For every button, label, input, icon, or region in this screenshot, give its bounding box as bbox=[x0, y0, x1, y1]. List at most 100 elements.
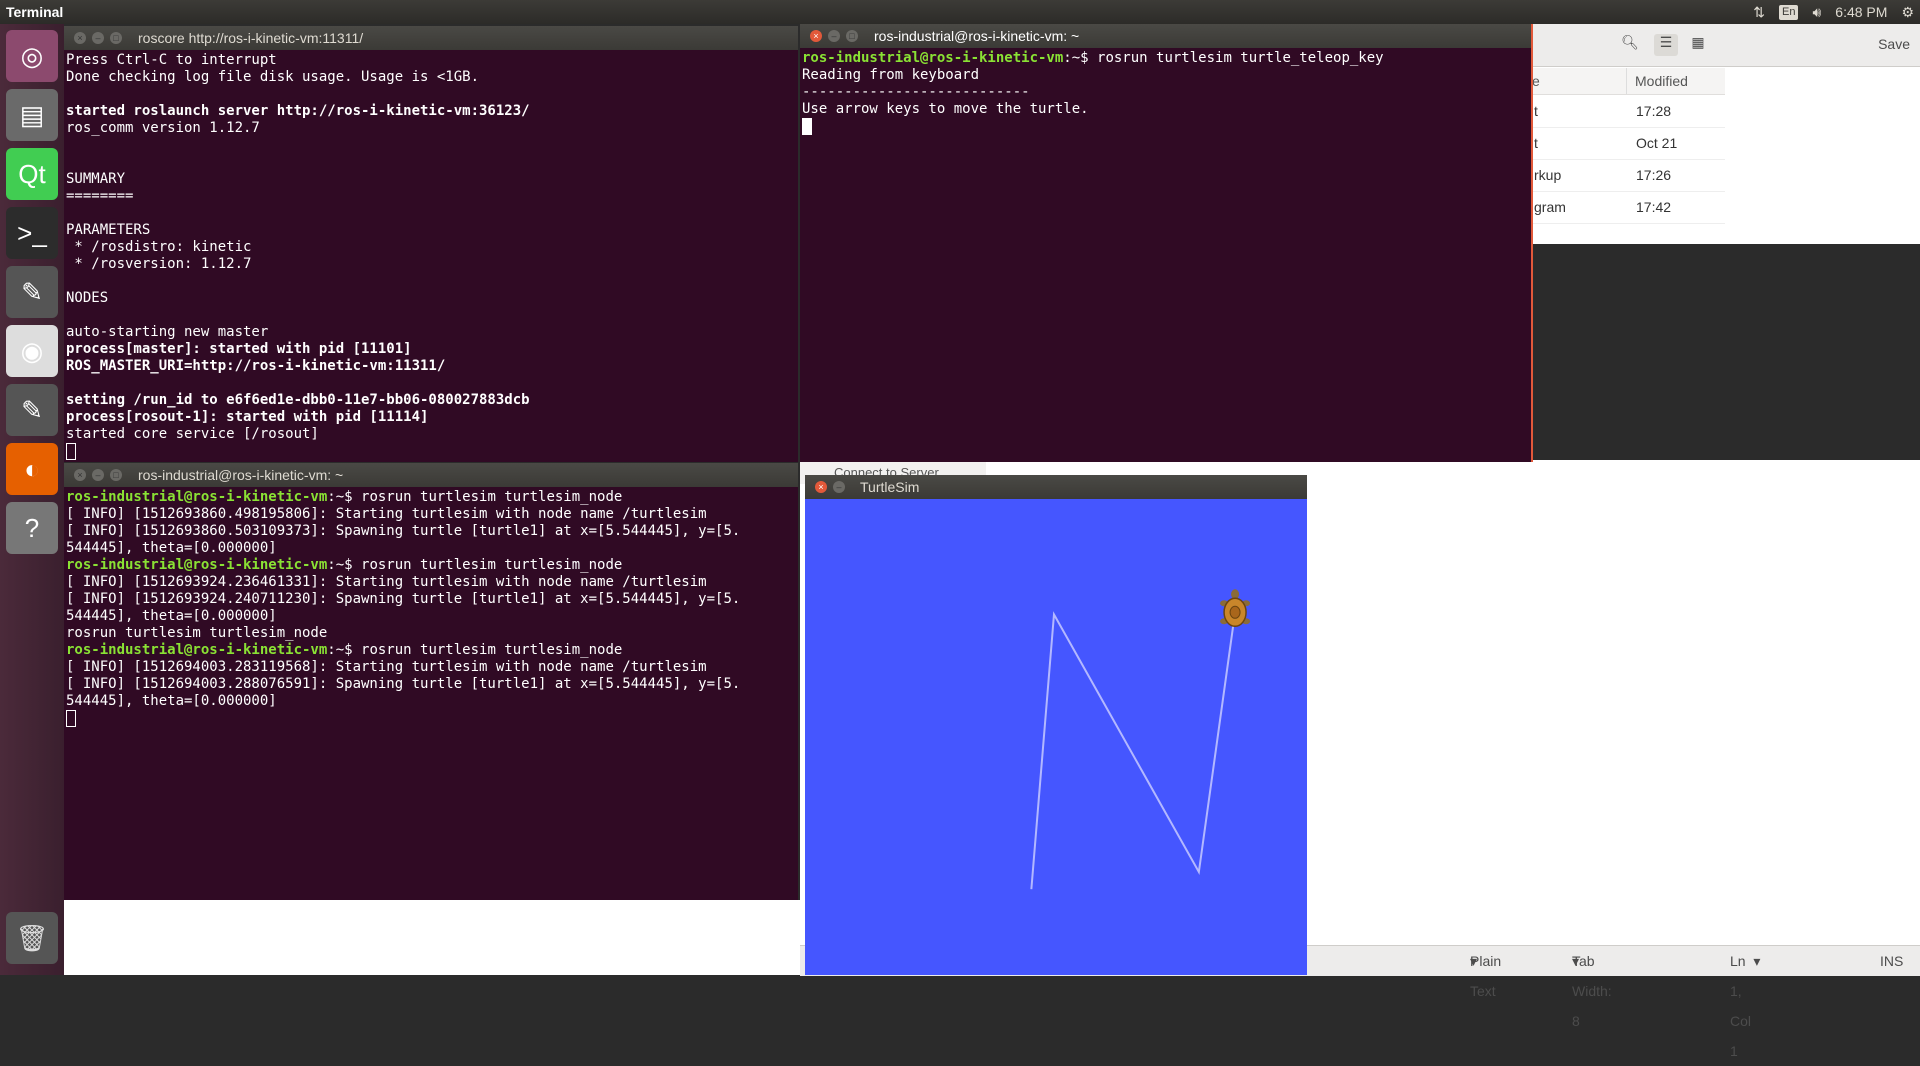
unknown-app-icon[interactable]: ? bbox=[6, 502, 58, 554]
turtle-icon bbox=[1220, 589, 1251, 628]
insert-mode: INS bbox=[1880, 953, 1904, 969]
terminal-line: [ INFO] [1512694003.288076591]: Spawning… bbox=[66, 676, 741, 692]
terminal-line: [ INFO] [1512693924.236461331]: Starting… bbox=[66, 574, 707, 590]
firefox-icon[interactable]: ◐ bbox=[6, 443, 58, 495]
file-name-partial: t bbox=[1534, 135, 1538, 151]
text-editor-2-icon[interactable]: ✎ bbox=[6, 384, 58, 436]
terminal-line: [ INFO] [1512693860.503109373]: Spawning… bbox=[66, 523, 741, 539]
turtlesim-canvas bbox=[805, 499, 1307, 975]
close-icon[interactable]: × bbox=[815, 481, 827, 493]
close-icon[interactable]: × bbox=[810, 30, 822, 42]
terminal-line: --------------------------- bbox=[802, 84, 1030, 100]
terminal-line: ROS_MASTER_URI=http://ros-i-kinetic-vm:1… bbox=[66, 358, 446, 374]
prompt-suffix: :~$ bbox=[1063, 50, 1098, 66]
titlebar[interactable]: × – □ ros-industrial@ros-i-kinetic-vm: ~ bbox=[64, 463, 798, 487]
file-modified: 17:42 bbox=[1636, 199, 1672, 215]
minimize-icon[interactable]: – bbox=[92, 32, 104, 44]
tab-width-selector[interactable]: Tab Width: 8 ▾ bbox=[1572, 946, 1612, 1029]
shell-command: rosrun turtlesim turtlesim_node bbox=[361, 642, 623, 658]
network-icon[interactable]: ⇅ bbox=[1753, 0, 1765, 24]
maximize-icon[interactable]: □ bbox=[110, 469, 122, 481]
cursor-position[interactable]: Ln 1, Col 1 ▾ bbox=[1730, 946, 1760, 1059]
terminal-output[interactable]: Press Ctrl-C to interrupt Done checking l… bbox=[64, 50, 798, 462]
file-modified: Oct 21 bbox=[1636, 135, 1678, 151]
close-icon[interactable]: × bbox=[74, 32, 86, 44]
maximize-icon[interactable]: □ bbox=[846, 30, 858, 42]
terminal-line: 544445], theta=[0.000000] bbox=[66, 693, 277, 709]
turtlesim-window[interactable]: × – TurtleSim bbox=[805, 475, 1307, 975]
terminal-line: auto-starting new master bbox=[66, 324, 269, 340]
terminal-line: SUMMARY bbox=[66, 171, 126, 187]
minimize-icon[interactable]: – bbox=[828, 30, 840, 42]
keyboard-layout-indicator[interactable]: En bbox=[1779, 4, 1799, 20]
terminal-line: Reading from keyboard bbox=[802, 67, 980, 83]
list-view-icon[interactable]: ☰ bbox=[1654, 34, 1678, 56]
terminal-line: NODES bbox=[66, 290, 109, 306]
files-icon[interactable]: ▤ bbox=[6, 89, 58, 141]
window-title: ros-industrial@ros-i-kinetic-vm: ~ bbox=[138, 467, 344, 483]
terminal-output[interactable]: ros-industrial@ros-i-kinetic-vm:~$ rosru… bbox=[800, 48, 1531, 462]
terminal-line: started roslaunch server http://ros-i-ki… bbox=[66, 103, 530, 119]
settings-gear-icon[interactable]: ⚙ bbox=[1901, 0, 1914, 24]
terminal-icon[interactable]: >_ bbox=[6, 207, 58, 259]
minimize-icon[interactable]: – bbox=[833, 481, 845, 493]
search-icon[interactable]: 🔍︎ bbox=[1618, 34, 1642, 56]
terminal-line: * /rosdistro: kinetic bbox=[66, 239, 252, 255]
file-name-partial: gram bbox=[1534, 199, 1566, 215]
file-row[interactable]: t Oct 21 bbox=[1530, 127, 1725, 160]
terminal-output[interactable]: ros-industrial@ros-i-kinetic-vm :~$ rosru… bbox=[64, 487, 798, 900]
ubuntu-dash-icon[interactable]: ◎ bbox=[6, 30, 58, 82]
file-row[interactable]: rkup 17:26 bbox=[1530, 159, 1725, 192]
system-tray: ⇅ En 🔊︎ 6:48 PM ⚙ bbox=[1753, 0, 1914, 24]
terminal-line: setting /run_id to e6f6ed1e-dbb0-11e7-bb… bbox=[66, 392, 530, 408]
shell-prompt: ros-industrial@ros-i-kinetic-vm bbox=[66, 642, 328, 658]
roscore-terminal-window[interactable]: × – □ roscore http://ros-i-kinetic-vm:11… bbox=[64, 26, 798, 462]
turtlesim-terminal-window[interactable]: × – □ ros-industrial@ros-i-kinetic-vm: ~… bbox=[64, 463, 798, 900]
file-name-partial: rkup bbox=[1534, 167, 1562, 183]
terminal-line: rosrun turtlesim turtlesim_node bbox=[66, 625, 328, 641]
terminal-line: [ INFO] [1512694003.283119568]: Starting… bbox=[66, 659, 707, 675]
terminal-line: 544445], theta=[0.000000] bbox=[66, 608, 277, 624]
file-name-partial: t bbox=[1534, 103, 1538, 119]
qt-creator-icon[interactable]: Qt bbox=[6, 148, 58, 200]
titlebar[interactable]: × – □ roscore http://ros-i-kinetic-vm:11… bbox=[64, 26, 798, 50]
grid-view-icon[interactable]: ▦ bbox=[1686, 34, 1710, 56]
shell-command: rosrun turtlesim turtlesim_node bbox=[361, 489, 623, 505]
terminal-cursor bbox=[802, 118, 812, 135]
maximize-icon[interactable]: □ bbox=[110, 32, 122, 44]
chrome-icon[interactable]: ◉ bbox=[6, 325, 58, 377]
volume-icon[interactable]: 🔊︎ bbox=[1812, 0, 1821, 24]
file-modified: 17:28 bbox=[1636, 103, 1672, 119]
teleop-terminal-window[interactable]: × – □ ros-industrial@ros-i-kinetic-vm: ~… bbox=[800, 24, 1533, 462]
active-app-name: Terminal bbox=[6, 4, 64, 20]
file-manager-toolbar: 🔍︎ ☰ ▦ Save bbox=[1530, 24, 1920, 67]
terminal-line: Press Ctrl-C to interrupt bbox=[66, 52, 277, 68]
minimize-icon[interactable]: – bbox=[92, 469, 104, 481]
column-modified[interactable]: Modified bbox=[1626, 68, 1688, 94]
titlebar[interactable]: × – TurtleSim bbox=[805, 475, 1307, 499]
top-panel: Terminal ⇅ En 🔊︎ 6:48 PM ⚙ bbox=[0, 0, 1920, 24]
window-title: ros-industrial@ros-i-kinetic-vm: ~ bbox=[874, 28, 1080, 44]
clock[interactable]: 6:48 PM bbox=[1835, 0, 1887, 24]
column-name-partial[interactable]: e bbox=[1532, 68, 1540, 94]
terminal-line: [ INFO] [1512693924.240711230]: Spawning… bbox=[66, 591, 741, 607]
shell-prompt: ros-industrial@ros-i-kinetic-vm bbox=[66, 489, 328, 505]
file-row[interactable]: t 17:28 bbox=[1530, 95, 1725, 128]
text-editor-icon[interactable]: ✎ bbox=[6, 266, 58, 318]
file-row[interactable]: gram 17:42 bbox=[1530, 191, 1725, 224]
prompt-suffix: :~$ bbox=[327, 557, 362, 573]
titlebar[interactable]: × – □ ros-industrial@ros-i-kinetic-vm: ~ bbox=[800, 24, 1531, 48]
terminal-line: process[master]: started with pid [11101… bbox=[66, 341, 412, 357]
trash-icon[interactable]: 🗑 bbox=[6, 912, 58, 964]
language-selector[interactable]: Plain Text ▾ bbox=[1470, 946, 1501, 999]
window-title: TurtleSim bbox=[860, 479, 920, 495]
file-manager-window: 🔍︎ ☰ ▦ Save e Modified t 17:28 t Oct 21 rkup… bbox=[1530, 24, 1920, 244]
close-icon[interactable]: × bbox=[74, 469, 86, 481]
window-title: roscore http://ros-i-kinetic-vm:11311/ bbox=[138, 30, 364, 46]
save-button[interactable]: Save bbox=[1878, 36, 1910, 52]
